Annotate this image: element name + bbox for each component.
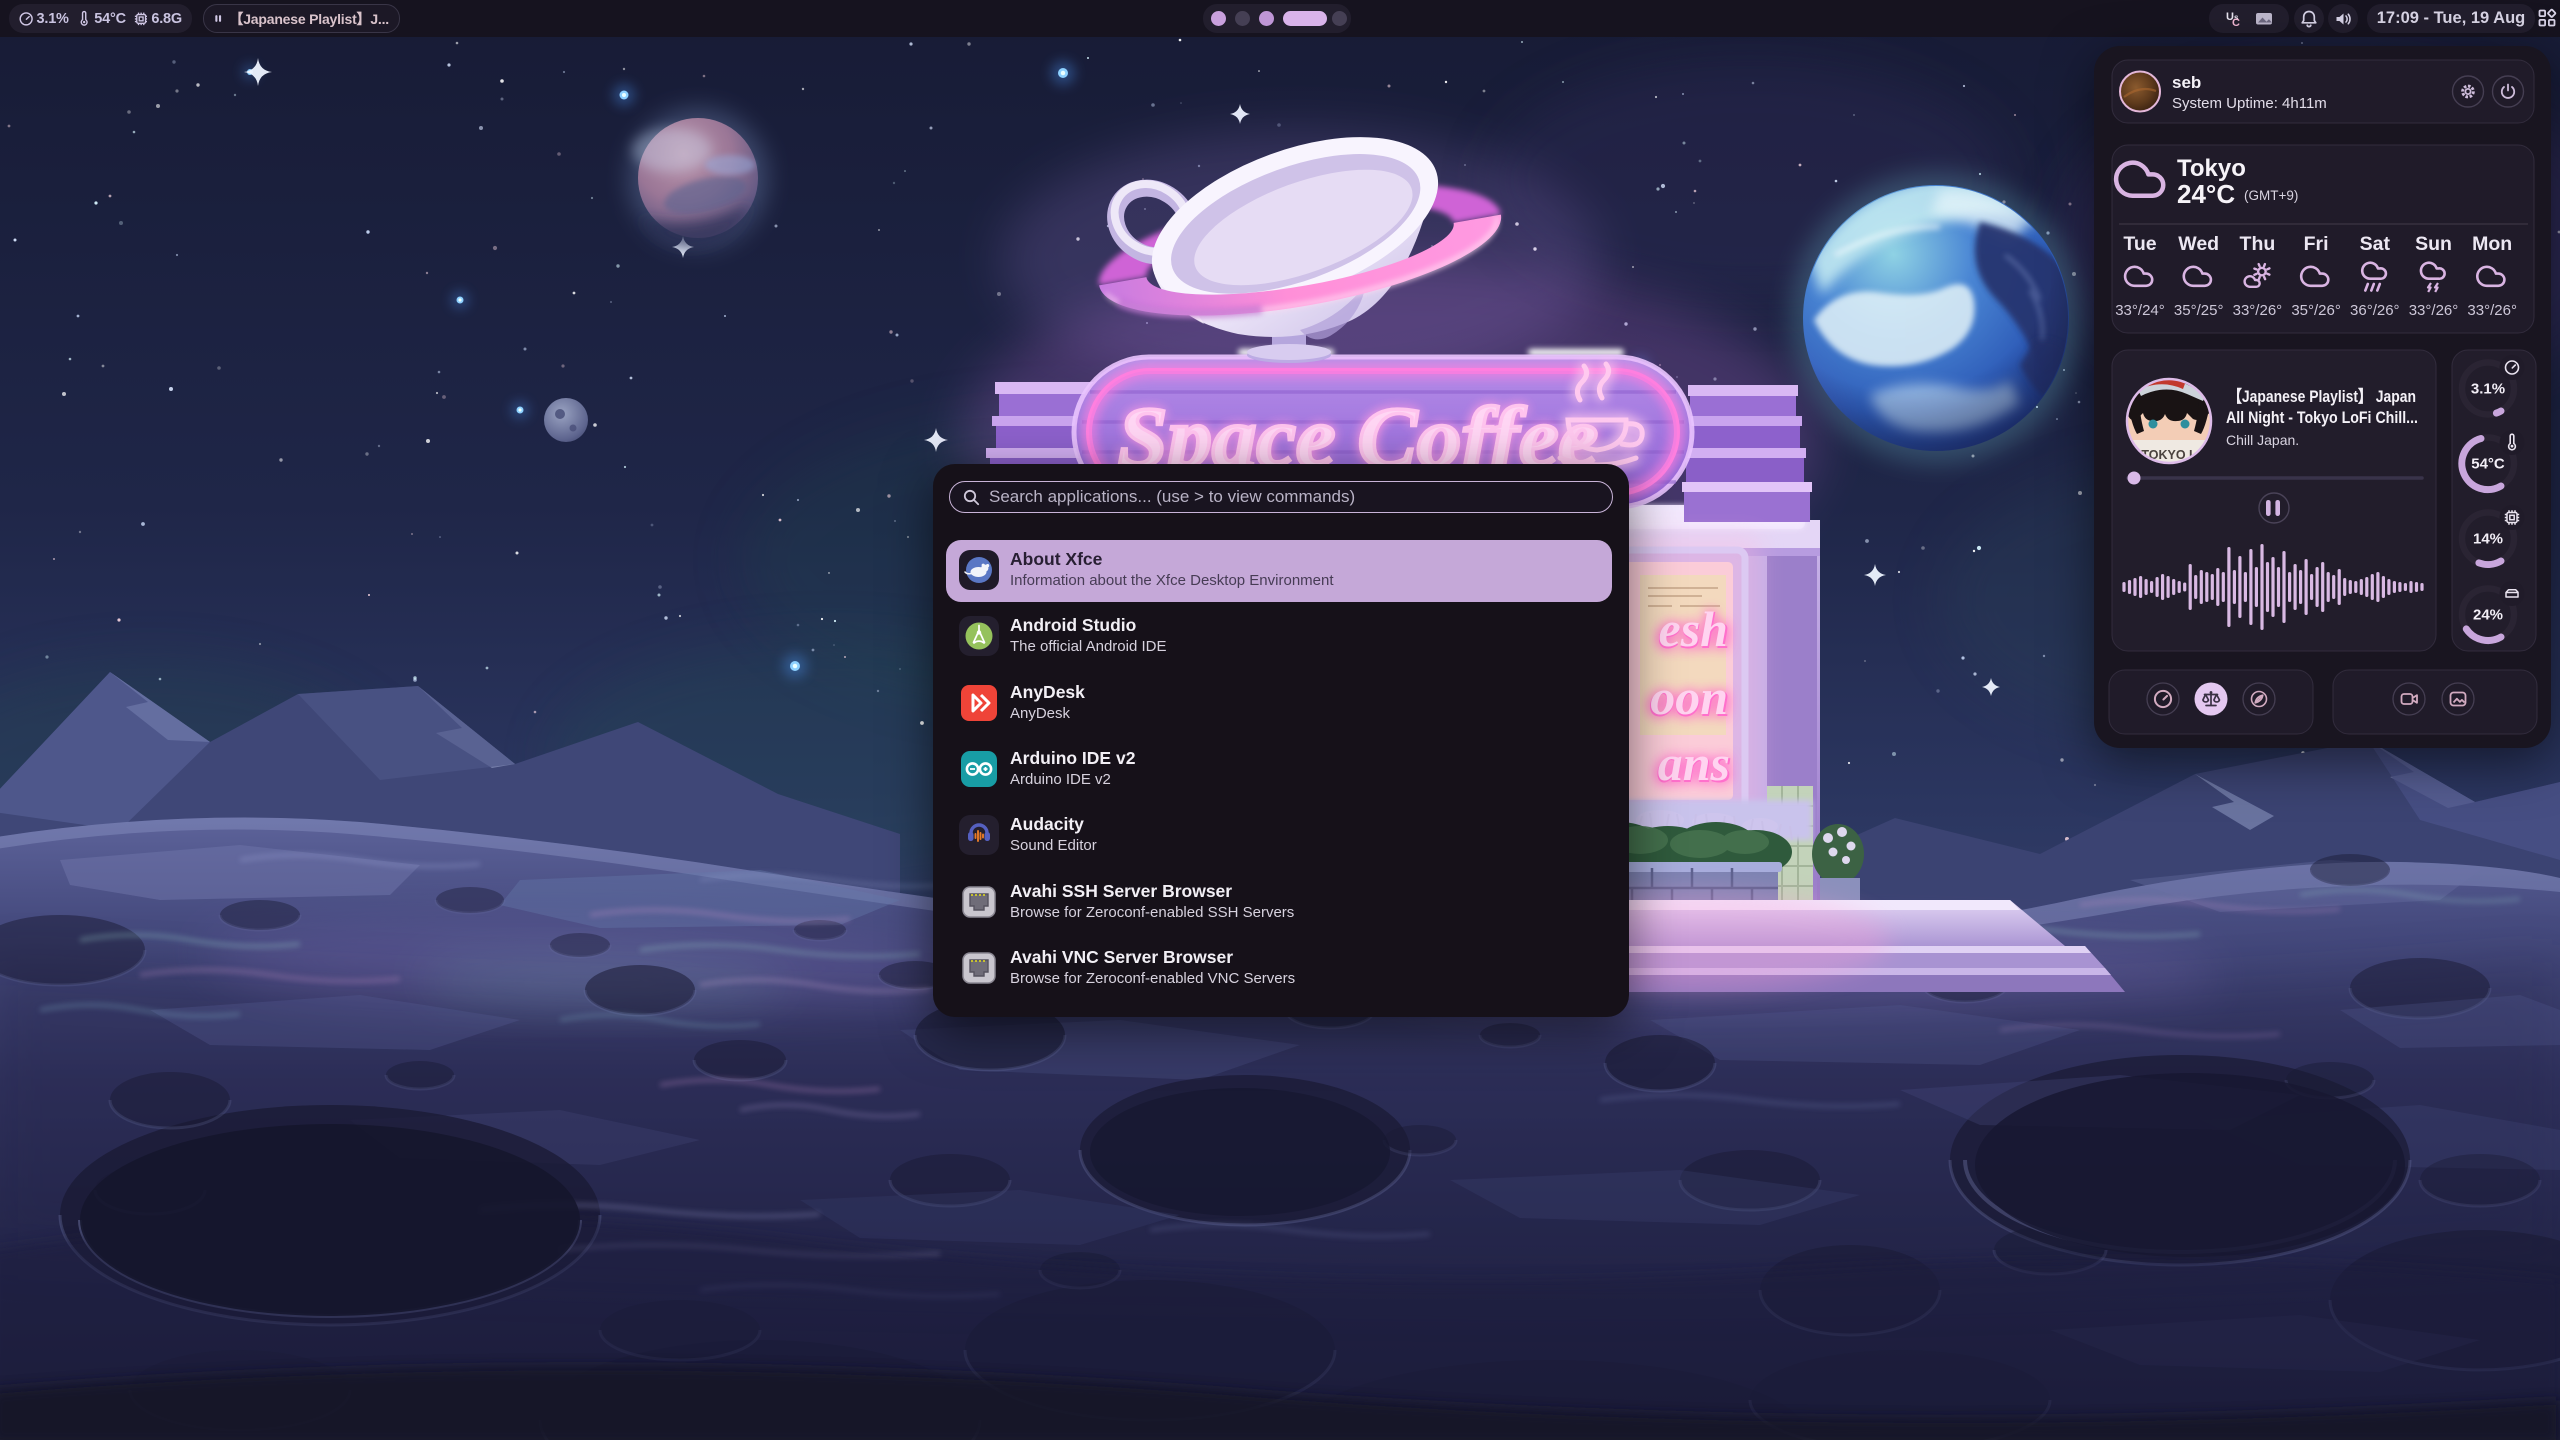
svg-text:System Uptime: 4h11m: System Uptime: 4h11m	[2172, 95, 2327, 112]
svg-text:33°/26°: 33°/26°	[2233, 302, 2283, 319]
svg-text:Fri: Fri	[2304, 233, 2329, 255]
svg-text:Wed: Wed	[2178, 233, 2219, 255]
svg-text:24%: 24%	[2473, 607, 2503, 624]
svg-text:Tokyo: Tokyo	[2177, 155, 2246, 182]
svg-text:35°/25°: 35°/25°	[2174, 302, 2224, 319]
svg-text:All Night - Tokyo LoFi Chill..: All Night - Tokyo LoFi Chill...	[2226, 409, 2418, 427]
svg-text:seb: seb	[2172, 73, 2201, 92]
svg-text:Chill Japan.: Chill Japan.	[2226, 432, 2299, 448]
svg-text:3.1%: 3.1%	[2471, 381, 2505, 398]
svg-text:54°C: 54°C	[2471, 456, 2505, 473]
svg-text:Mon: Mon	[2472, 233, 2512, 255]
svg-text:Thu: Thu	[2240, 233, 2276, 255]
svg-text:Tue: Tue	[2123, 233, 2156, 255]
svg-text:36°/26°: 36°/26°	[2350, 302, 2400, 319]
svg-text:33°/26°: 33°/26°	[2409, 302, 2459, 319]
svg-text:【Japanese Playlist】 Japan: 【Japanese Playlist】 Japan	[2228, 387, 2416, 406]
svg-text:14%: 14%	[2473, 531, 2503, 548]
svg-text:33°/24°: 33°/24°	[2115, 302, 2165, 319]
svg-text:35°/26°: 35°/26°	[2291, 302, 2341, 319]
svg-text:Sat: Sat	[2360, 233, 2391, 255]
svg-text:(GMT+9): (GMT+9)	[2244, 188, 2298, 203]
svg-text:Sun: Sun	[2415, 233, 2452, 255]
svg-text:33°/26°: 33°/26°	[2467, 302, 2517, 319]
svg-text:24°C: 24°C	[2177, 179, 2235, 209]
